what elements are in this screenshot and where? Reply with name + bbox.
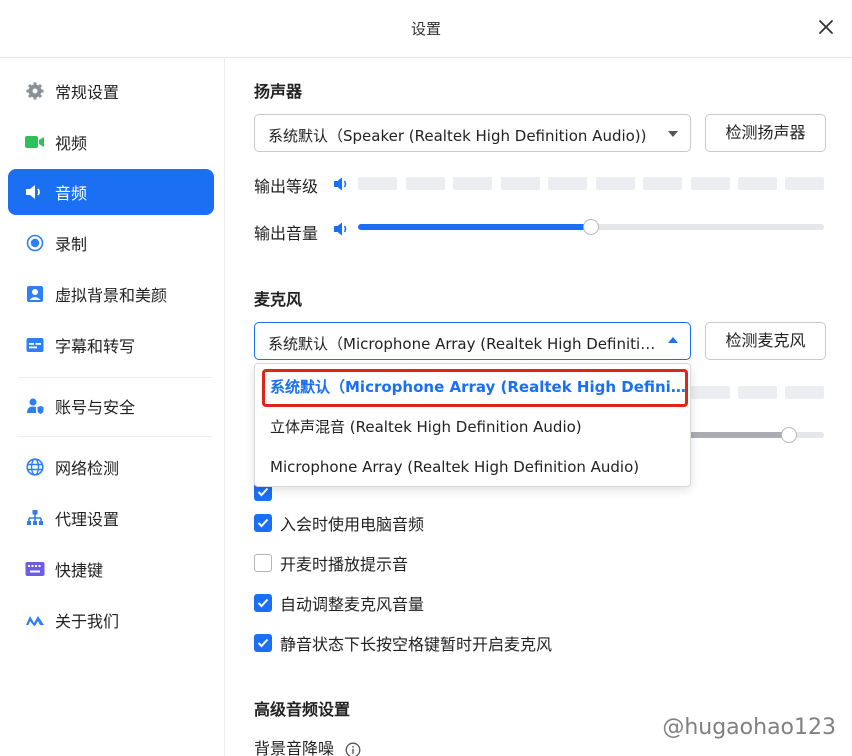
sidebar-item-label: 录制 [55,235,88,254]
level-segment [501,177,540,190]
sidebar-item-general[interactable]: 常规设置 [8,68,214,114]
level-segment [785,177,824,190]
title-bar: 设置 [0,0,852,58]
checkbox[interactable] [254,514,272,532]
keyboard-icon [24,558,46,580]
sidebar-divider [18,377,212,378]
sidebar-item-about[interactable]: 关于我们 [8,597,214,643]
noise-suppression-row: 背景音降噪 [254,735,361,756]
checkbox-label: 自动调整麦克风音量 [280,595,425,614]
output-volume-label: 输出音量 [254,224,319,243]
option-play-unmute-sound[interactable]: 开麦时播放提示音 [254,552,408,574]
level-segment [358,177,397,190]
speaker-section-title: 扬声器 [254,82,303,101]
sidebar-item-network-test[interactable]: 网络检测 [8,444,214,490]
sidebar-item-label: 视频 [55,134,88,153]
dropdown-option[interactable]: 立体声混音 (Realtek High Definition Audio) [255,407,690,447]
level-segment [643,177,682,190]
checkbox[interactable] [254,594,272,612]
audio-settings-panel: 扬声器 系统默认（Speaker (Realtek High Definitio… [226,58,852,756]
sidebar-item-label: 快捷键 [55,561,104,580]
watermark: @hugaohao123 [662,715,836,740]
sidebar-item-label: 网络检测 [55,459,120,478]
checkbox[interactable] [254,554,272,572]
option-auto-adjust-mic[interactable]: 自动调整麦克风音量 [254,592,424,614]
chevron-up-icon [668,337,678,343]
user-shield-icon [24,395,46,417]
checkbox-label: 入会时使用电脑音频 [280,515,425,534]
output-level-label: 输出等级 [254,177,319,196]
level-segment [596,177,635,190]
sidebar-item-shortcuts[interactable]: 快捷键 [8,546,214,592]
level-segment [691,177,730,190]
record-icon [24,232,46,254]
sidebar-item-label: 音频 [55,184,88,203]
noise-suppression-label: 背景音降噪 [254,739,335,756]
sidebar-item-proxy[interactable]: 代理设置 [8,495,214,541]
sidebar-item-video[interactable]: 视频 [8,119,214,165]
level-segment [738,177,777,190]
microphone-select[interactable]: 系统默认（Microphone Array (Realtek High Defi… [254,322,691,360]
checkbox-label: 开麦时播放提示音 [280,555,409,574]
level-segment [738,386,777,399]
window-title: 设置 [410,20,441,38]
level-segment [785,386,824,399]
chevron-down-icon [668,131,678,137]
dropdown-option[interactable]: 系统默认（Microphone Array (Realtek High Defi… [255,367,690,407]
checkbox-label: 静音状态下长按空格键暂时开启麦克风 [280,635,553,654]
speaker-select-value: 系统默认（Speaker (Realtek High Definition Au… [268,127,647,145]
slider-fill [358,224,591,230]
globe-icon [24,456,46,478]
logo-icon [24,609,46,631]
test-speaker-button[interactable]: 检测扬声器 [705,114,826,152]
sidebar-item-virtual-background[interactable]: 虚拟背景和美颜 [8,271,214,317]
advanced-section-title: 高级音频设置 [254,700,351,719]
test-microphone-button[interactable]: 检测麦克风 [705,322,826,360]
sidebar-item-label: 代理设置 [55,510,120,529]
slider-handle[interactable] [583,219,599,235]
sidebar-item-label: 虚拟背景和美颜 [55,286,168,305]
close-icon[interactable] [816,17,836,37]
sidebar-item-label: 字幕和转写 [55,337,136,356]
sidebar-item-label: 常规设置 [55,83,120,102]
level-segment [406,177,445,190]
speaker-select[interactable]: 系统默认（Speaker (Realtek High Definition Au… [254,114,691,152]
speaker-icon [334,177,347,191]
microphone-select-value: 系统默认（Microphone Array (Realtek High Defi… [268,335,656,353]
level-segment [453,177,492,190]
checkbox[interactable] [254,634,272,652]
portrait-icon [24,283,46,305]
microphone-dropdown-list: 系统默认（Microphone Array (Realtek High Defi… [254,363,691,487]
level-segment [548,177,587,190]
sidebar-item-label: 账号与安全 [55,398,136,417]
dropdown-option[interactable]: Microphone Array (Realtek High Definitio… [255,447,690,487]
microphone-section-title: 麦克风 [254,290,303,309]
info-icon[interactable] [345,742,361,756]
sidebar-item-label: 关于我们 [55,612,120,631]
option-push-to-talk[interactable]: 静音状态下长按空格键暂时开启麦克风 [254,632,552,654]
option-use-computer-audio[interactable]: 入会时使用电脑音频 [254,512,424,534]
speaker-icon [24,181,46,203]
speaker-icon [334,222,347,236]
sidebar-item-audio[interactable]: 音频 [8,169,214,215]
video-camera-icon [24,131,46,153]
sidebar-divider [18,436,212,437]
network-icon [24,507,46,529]
sidebar: 常规设置 视频 音频 录制 虚拟背景和美颜 字幕和转写 账号与安全 网络检测 代… [0,58,225,756]
slider-handle[interactable] [781,427,797,443]
gear-icon [24,80,46,102]
sidebar-item-captions[interactable]: 字幕和转写 [8,322,214,368]
level-segment [691,386,730,399]
sidebar-item-recording[interactable]: 录制 [8,220,214,266]
output-volume-slider[interactable] [358,219,824,235]
caption-icon [24,334,46,356]
sidebar-item-account-security[interactable]: 账号与安全 [8,383,214,429]
